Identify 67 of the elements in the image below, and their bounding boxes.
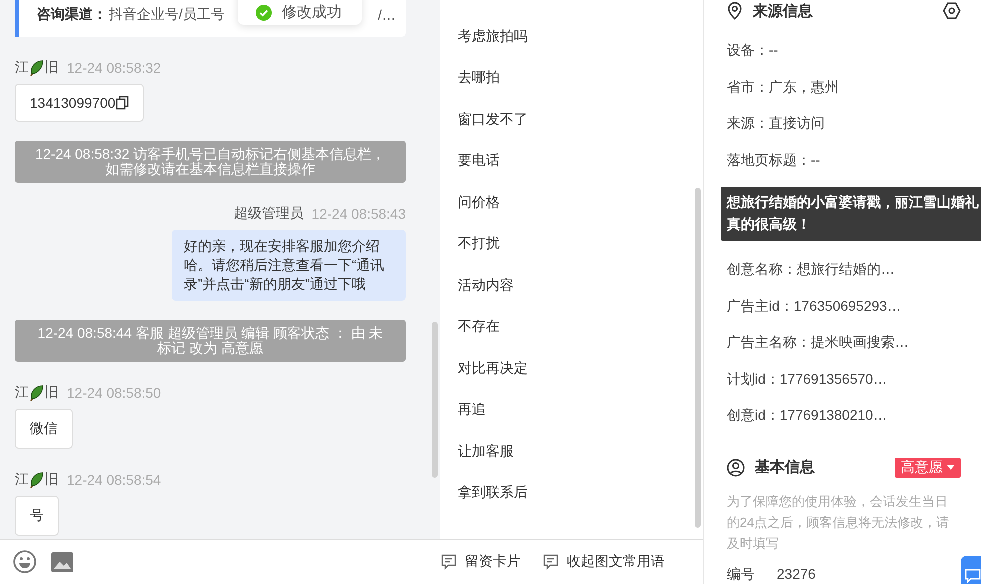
phrase-item[interactable]: 让加客服: [458, 431, 514, 472]
location-pin-icon: [727, 2, 743, 20]
caret-icon: [947, 465, 955, 470]
phrase-item[interactable]: 考虑旅拍吗: [458, 16, 528, 58]
phrase-item[interactable]: 窗口发不了: [458, 99, 528, 140]
info-row-text: 省市：广东，惠州: [727, 78, 839, 97]
info-row-text: 广告主id：176350695293…: [727, 296, 902, 316]
sender-name: 旧: [45, 471, 59, 489]
sender-name: 旧: [45, 384, 59, 402]
check-circle-icon: [256, 4, 272, 20]
phrase-item[interactable]: 活动内容: [458, 265, 514, 306]
system-notice: 12-24 08:58:44 客服 超级管理员 编辑 顾客状态 ： 由 未标记 改为 高意愿: [15, 320, 406, 362]
phrase-item[interactable]: 去哪拍: [458, 58, 500, 99]
leaf-icon: [29, 471, 45, 489]
toast-text: 修改成功: [282, 3, 342, 22]
channel-label: 咨询渠道：: [37, 6, 107, 24]
phrase-item[interactable]: 问价格: [458, 182, 500, 224]
phrase-item[interactable]: 拿到联系后: [458, 472, 528, 514]
comment-icon: [543, 554, 559, 570]
phrase-item[interactable]: 对比再决定: [458, 348, 528, 390]
scrollbar-thumb[interactable]: [695, 188, 701, 528]
chat-icon: [965, 569, 981, 583]
phrase-item[interactable]: 不存在: [458, 306, 500, 348]
leaf-icon: [29, 59, 45, 77]
phrase-item[interactable]: 不打扰: [458, 224, 500, 265]
notice-text: 为了保障您的使用体验，会话发生当日的24点之后，顾客信息将无法修改，请及时填写: [727, 492, 950, 552]
message-text: 13413099700: [30, 95, 116, 111]
copy-icon[interactable]: [116, 96, 129, 110]
info-row-text: 计划id：177691356570…: [727, 370, 888, 389]
sender-name: 江: [15, 59, 29, 77]
toolbar-button[interactable]: 收起图文常用语: [543, 553, 665, 571]
image-icon[interactable]: [51, 552, 74, 572]
field-value: 23276: [777, 566, 816, 584]
toolbar-button[interactable]: 留资卡片: [441, 553, 521, 571]
system-notice: 12-24 08:58:32 访客手机号已自动标记右侧基本信息栏，如需修改请在基本信息栏直接操作: [15, 141, 406, 183]
message-text: 微信: [30, 420, 58, 438]
info-row-text: 来源：直接访问: [727, 114, 825, 134]
section-title: 来源信息: [753, 2, 813, 20]
user-circle-icon: [727, 458, 745, 476]
settings-icon[interactable]: [943, 2, 961, 20]
scrollbar-thumb[interactable]: [432, 322, 438, 478]
info-row-text: 落地页标题：--: [727, 150, 820, 170]
phrase-item[interactable]: 要电话: [458, 140, 500, 182]
sender-name: 江: [15, 471, 29, 489]
message-text: 号: [30, 507, 44, 525]
phrase-item[interactable]: 再追: [458, 390, 486, 431]
info-row-text: 设备：--: [727, 41, 778, 60]
emoji-icon[interactable]: [13, 550, 37, 574]
sender-name: 旧: [45, 59, 59, 77]
status-dropdown[interactable]: 高意愿: [895, 458, 961, 478]
message-time: 12-24 08:58:32: [67, 60, 162, 76]
field-label: 编号: [727, 566, 755, 584]
channel-value: 抖音企业号/员工号: [109, 6, 225, 24]
message-bubble: 好的亲，现在安排客服加您介绍哈。请您稍后注意查看一下“通讯录”并点击“新的朋友”通过下哦: [172, 230, 406, 301]
tooltip: 想旅行结婚的小富婆请戳，丽江雪山婚礼真的很高级！: [721, 187, 981, 241]
info-row-text: 广告主名称：提米映画搜索…: [727, 333, 909, 352]
message-time: 12-24 08:58:50: [67, 385, 162, 401]
message-time: 12-24 08:58:43: [312, 206, 406, 222]
comment-icon: [441, 554, 457, 570]
sender-name: 江: [15, 384, 29, 402]
info-row-text: 创意id：177691380210…: [727, 406, 888, 426]
info-row-text: 创意名称：想旅行结婚的…: [727, 260, 895, 280]
leaf-icon: [29, 384, 45, 402]
sender-name: 超级管理员: [234, 205, 304, 223]
message-time: 12-24 08:58:54: [67, 472, 162, 488]
section-title: 基本信息: [755, 458, 815, 477]
channel-value: /…: [378, 6, 396, 22]
